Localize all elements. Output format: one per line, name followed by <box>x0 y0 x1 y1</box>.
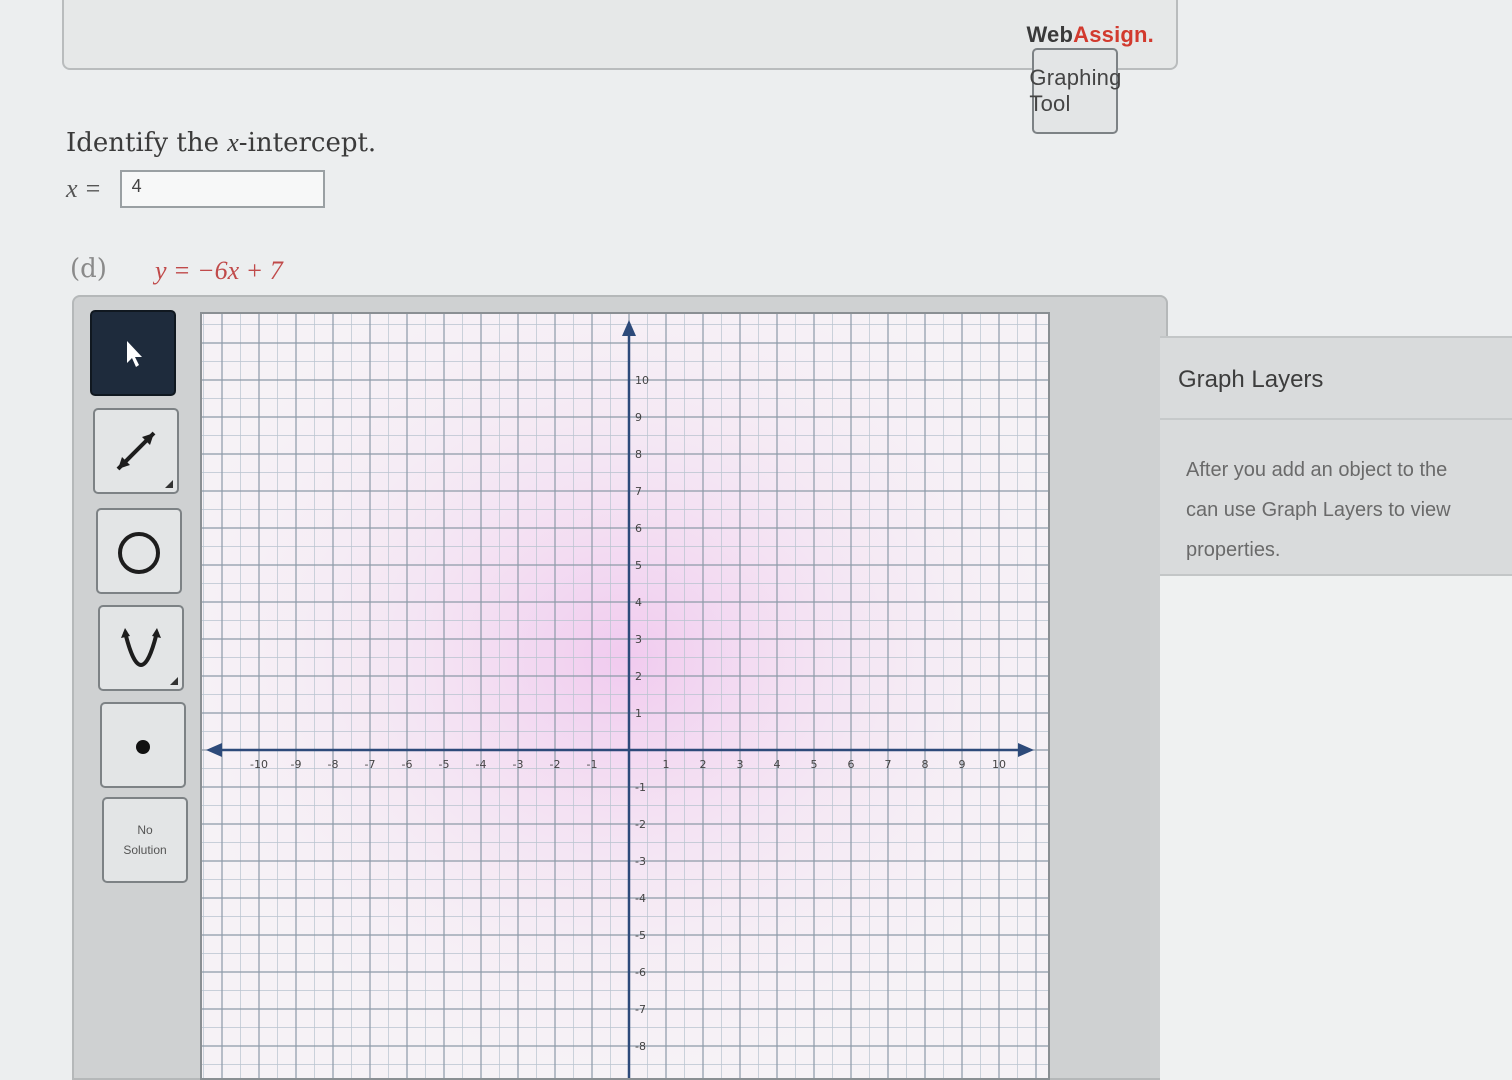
select-tool-button[interactable] <box>90 310 176 396</box>
webassign-logo: WebAssign. Graphing Tool <box>1026 22 1154 134</box>
answer-row: x = 4 <box>66 170 325 208</box>
x-tick-label: -8 <box>328 758 339 771</box>
y-tick-label: 4 <box>635 596 642 609</box>
no-solution-label: No Solution <box>123 820 166 860</box>
y-tick-label: -6 <box>635 966 646 979</box>
brand-web-text: Web <box>1026 22 1074 47</box>
x-tick-label: -1 <box>587 758 598 771</box>
parabola-tool-button[interactable] <box>98 605 184 691</box>
x-tick-label: -10 <box>250 758 268 771</box>
x-tick-label: 2 <box>700 758 707 771</box>
prompt-text-after: -intercept. <box>238 128 377 158</box>
layers-divider <box>1160 418 1512 420</box>
y-tick-label: -7 <box>635 1003 646 1016</box>
x-tick-label: 4 <box>774 758 781 771</box>
y-tick-label: 8 <box>635 448 642 461</box>
x-tick-label: -6 <box>402 758 413 771</box>
x-tick-label: 6 <box>848 758 855 771</box>
y-tick-label: 6 <box>635 522 642 535</box>
line-tool-button[interactable] <box>93 408 179 494</box>
y-tick-label: -9 <box>635 1077 646 1078</box>
x-tick-label: 9 <box>959 758 966 771</box>
circle-tool-button[interactable] <box>96 508 182 594</box>
layers-help-line1: After you add an object to the <box>1186 459 1448 481</box>
x-tick-label: -7 <box>365 758 376 771</box>
x-tick-label: -9 <box>291 758 302 771</box>
no-solution-line1: No <box>137 823 153 837</box>
x-tick-label: 7 <box>885 758 892 771</box>
question-prompt: Identify the x-intercept. <box>66 128 376 158</box>
graph-layers-title: Graph Layers <box>1178 366 1324 393</box>
no-solution-line2: Solution <box>123 843 167 857</box>
y-tick-label: 5 <box>635 559 642 572</box>
y-tick-label: 1 <box>635 707 642 720</box>
y-tick-label: 3 <box>635 633 642 646</box>
point-tool-button[interactable] <box>100 702 186 788</box>
y-tick-label: -5 <box>635 929 646 942</box>
equation-text: y = −6x + 7 <box>155 256 283 285</box>
y-tick-label: 7 <box>635 485 642 498</box>
point-icon <box>136 740 150 754</box>
y-tick-label: -1 <box>635 781 646 794</box>
y-tick-label: -3 <box>635 855 646 868</box>
y-tick-label: 2 <box>635 670 642 683</box>
x-tick-label: 5 <box>811 758 818 771</box>
y-tick-label: -2 <box>635 818 646 831</box>
grid-background <box>202 314 1048 1078</box>
layers-list-area <box>1160 576 1512 1080</box>
x-tick-label: -4 <box>476 758 487 771</box>
x-tick-label: 3 <box>737 758 744 771</box>
graph-layers-help-text: After you add an object to the can use G… <box>1186 450 1512 570</box>
x-intercept-input[interactable]: 4 <box>119 170 325 208</box>
y-tick-label: -8 <box>635 1040 646 1053</box>
parabola-icon <box>121 628 161 667</box>
y-tick-label: -4 <box>635 892 646 905</box>
x-tick-label: -3 <box>513 758 524 771</box>
x-tick-label: 10 <box>992 758 1006 771</box>
x-tick-label: -2 <box>550 758 561 771</box>
dropdown-corner-icon <box>165 480 173 488</box>
coordinate-grid[interactable]: -10 -9 -8 -7 -6 -5 -4 -3 -2 -1 1 2 3 4 5 6 7 8 9 10 10 9 8 7 6 5… <box>202 314 1048 1078</box>
layers-help-line3: properties. <box>1186 539 1281 561</box>
x-tick-label: -5 <box>439 758 450 771</box>
no-solution-button[interactable]: No Solution <box>102 797 188 883</box>
part-label: (d) <box>70 254 107 284</box>
y-tick-label: 10 <box>635 374 649 387</box>
cursor-icon <box>127 341 142 367</box>
layers-help-line2: can use Graph Layers to view <box>1186 499 1451 521</box>
line-icon <box>116 431 156 471</box>
graph-canvas[interactable]: -10 -9 -8 -7 -6 -5 -4 -3 -2 -1 1 2 3 4 5 6 7 8 9 10 10 9 8 7 6 5… <box>200 312 1050 1080</box>
x-tick-label: 1 <box>663 758 670 771</box>
prompt-variable: x <box>227 128 239 157</box>
circle-icon <box>118 532 160 574</box>
brand-assign-text: Assign. <box>1073 22 1154 47</box>
brand-tool-text: Graphing Tool <box>1029 48 1121 134</box>
graph-layers-panel: Graph Layers After you add an object to … <box>1160 336 1512 576</box>
x-tick-label: 8 <box>922 758 929 771</box>
dropdown-corner-icon <box>170 677 178 685</box>
prompt-text-before: Identify the <box>66 128 228 158</box>
y-tick-label: 9 <box>635 411 642 424</box>
answer-variable-label: x = <box>66 174 102 203</box>
top-bar: WebAssign. Graphing Tool <box>62 0 1178 134</box>
